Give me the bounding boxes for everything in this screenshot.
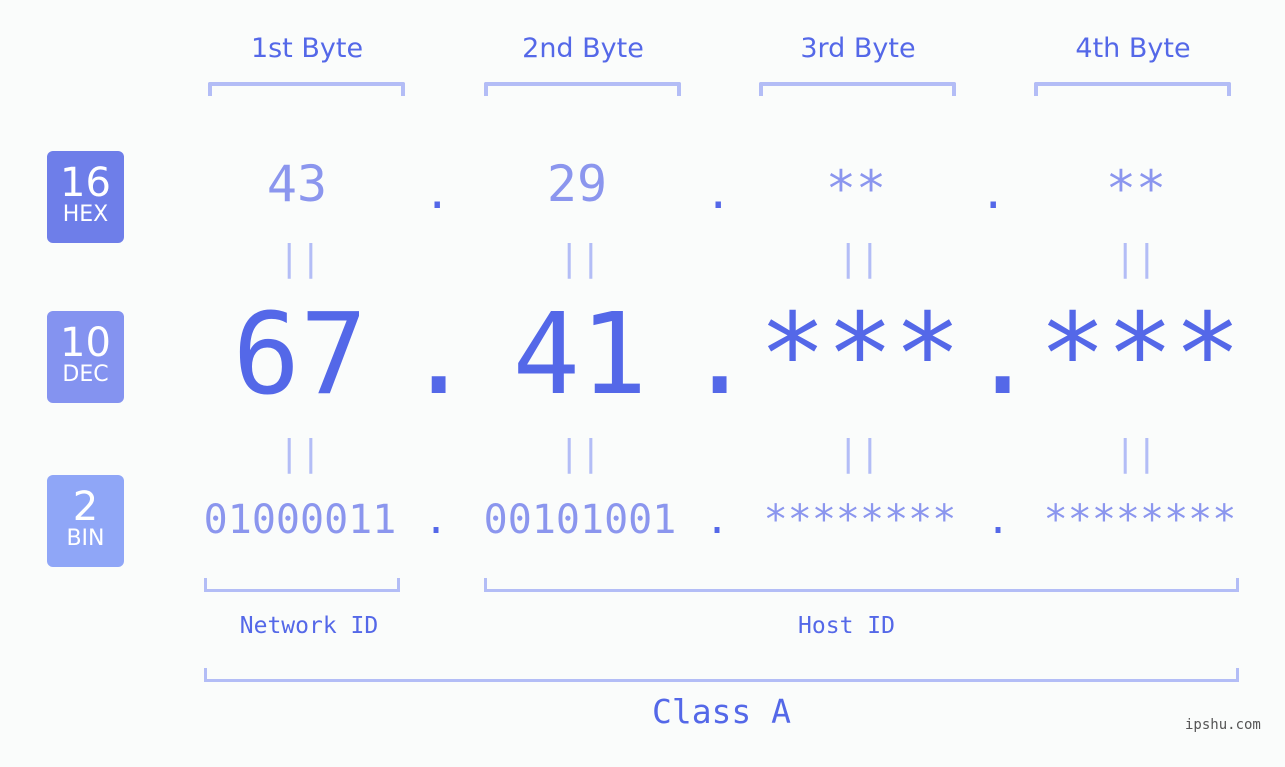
equals-2-4: || [1114, 433, 1158, 474]
bracket-byte-1 [208, 82, 405, 96]
hex-label: HEX [62, 202, 109, 227]
dec-base: 10 [60, 320, 111, 366]
hex-dot-1: . [424, 168, 451, 219]
byte-header-4: 4th Byte [1075, 33, 1191, 64]
dec-byte-2: 41 [512, 290, 648, 420]
equals-1-2: || [558, 238, 602, 279]
bin-byte-4: ******** [1043, 497, 1237, 543]
bin-byte-3: ******** [763, 497, 957, 543]
byte-header-2: 2nd Byte [522, 33, 644, 64]
bin-badge: 2 BIN [47, 475, 124, 567]
host-id-bracket [484, 578, 1239, 592]
dec-byte-4: *** [1038, 290, 1242, 420]
host-id-label: Host ID [798, 613, 895, 639]
hex-base: 16 [60, 160, 111, 206]
equals-1-3: || [837, 238, 881, 279]
dec-dot-2: . [686, 290, 754, 420]
bracket-byte-3 [759, 82, 956, 96]
bin-dot-1: . [423, 497, 449, 543]
hex-byte-3: ** [825, 160, 887, 218]
dec-label: DEC [62, 362, 109, 387]
bin-dot-2: . [704, 497, 730, 543]
class-label: Class A [651, 692, 792, 731]
bracket-byte-4 [1034, 82, 1231, 96]
bin-dot-3: . [985, 497, 1011, 543]
hex-dot-2: . [705, 168, 732, 219]
hex-byte-1: 43 [266, 155, 328, 213]
equals-2-1: || [278, 433, 322, 474]
dec-dot-3: . [969, 290, 1037, 420]
byte-header-3: 3rd Byte [800, 33, 916, 64]
hex-byte-2: 29 [546, 155, 608, 213]
hex-byte-4: ** [1105, 160, 1167, 218]
bin-label: BIN [66, 526, 105, 551]
bin-byte-2: 00101001 [483, 497, 677, 543]
equals-2-3: || [837, 433, 881, 474]
bracket-byte-2 [484, 82, 681, 96]
dec-dot-1: . [405, 290, 473, 420]
network-id-label: Network ID [239, 613, 379, 639]
bin-byte-1: 01000011 [203, 497, 397, 543]
hex-badge: 16 HEX [47, 151, 124, 243]
watermark: ipshu.com [1185, 717, 1261, 733]
dec-byte-3: *** [758, 290, 962, 420]
dec-byte-1: 67 [232, 290, 368, 420]
network-id-bracket [204, 578, 400, 592]
class-bracket [204, 668, 1239, 682]
dec-badge: 10 DEC [47, 311, 124, 403]
equals-1-4: || [1114, 238, 1158, 279]
bin-base: 2 [72, 484, 99, 530]
equals-1-1: || [278, 238, 322, 279]
equals-2-2: || [558, 433, 602, 474]
byte-header-1: 1st Byte [250, 33, 364, 64]
hex-dot-3: . [980, 168, 1007, 219]
